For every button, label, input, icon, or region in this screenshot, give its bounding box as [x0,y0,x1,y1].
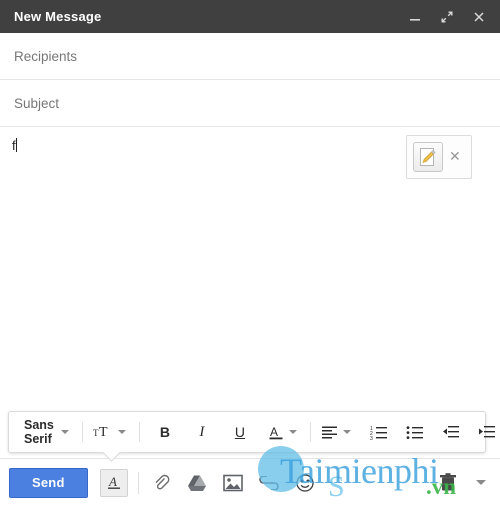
font-family-label: Sans Serif [24,418,54,446]
chevron-down-icon [117,430,126,434]
align-left-icon [321,425,338,439]
indent-increase-icon [478,425,496,439]
insert-photo-button[interactable] [219,469,247,497]
message-body[interactable]: f ✕ [0,127,500,458]
numbered-list-button[interactable]: 1 2 3 [367,419,391,445]
send-button[interactable]: Send [9,467,88,498]
recipients-placeholder: Recipients [14,48,78,64]
underline-icon: U [234,424,245,440]
svg-text:A: A [270,425,278,439]
edit-pencil-icon[interactable] [413,142,443,172]
body-text: f [12,138,16,153]
numbered-list-icon: 1 2 3 [370,425,388,440]
underline-button[interactable]: U [229,419,251,445]
bulleted-list-icon [406,425,424,440]
bold-icon: B [159,424,170,440]
subject-placeholder: Subject [14,95,60,111]
font-size-icon: T T [93,424,113,440]
formatting-toolbar: Sans Serif T T B I U A 1 2 3 [8,411,495,453]
chevron-down-icon [60,430,69,434]
attach-file-button[interactable] [147,469,175,497]
action-bar-divider [137,471,139,494]
formatting-options-button[interactable]: A [99,468,128,497]
font-size-selector[interactable]: T T [90,419,132,445]
minimize-icon[interactable] [406,8,424,26]
chevron-down-icon[interactable] [476,480,486,485]
font-family-selector[interactable]: Sans Serif [19,418,75,446]
bulleted-list-button[interactable] [403,419,427,445]
align-button[interactable] [318,419,357,445]
compose-action-bar: Send A [0,458,500,506]
italic-button[interactable]: I [191,419,213,445]
toolbar-divider [309,422,311,442]
text-color-icon: A [268,424,284,441]
svg-text:3: 3 [370,436,373,440]
insert-link-button[interactable] [255,469,283,497]
remove-image-icon[interactable]: ✕ [449,150,461,164]
discard-draft-button[interactable] [434,469,462,497]
toolbar-divider [81,422,83,442]
indent-decrease-icon [442,425,460,439]
expand-icon[interactable] [438,8,456,26]
svg-text:T: T [99,425,108,440]
insert-drive-button[interactable] [183,469,211,497]
chevron-down-icon [288,430,297,434]
svg-text:A: A [108,474,117,489]
indent-increase-button[interactable] [475,419,499,445]
window-controls [406,8,488,26]
image-edit-placeholder[interactable]: ✕ [406,135,472,179]
subject-field[interactable]: Subject [0,80,500,127]
action-bar-right [426,469,490,497]
chevron-down-icon [342,430,351,434]
compose-window: New Message Recipients Subject f ✕ Sans … [0,0,500,506]
compose-titlebar: New Message [0,0,500,33]
text-color-button[interactable]: A [265,419,303,445]
close-icon[interactable] [470,8,488,26]
insert-emoji-button[interactable] [291,469,319,497]
page-title: New Message [14,9,102,24]
recipients-field[interactable]: Recipients [0,33,500,80]
indent-decrease-button[interactable] [439,419,463,445]
toolbar-divider [138,422,140,442]
bold-button[interactable]: B [154,419,176,445]
italic-icon: I [199,423,205,440]
